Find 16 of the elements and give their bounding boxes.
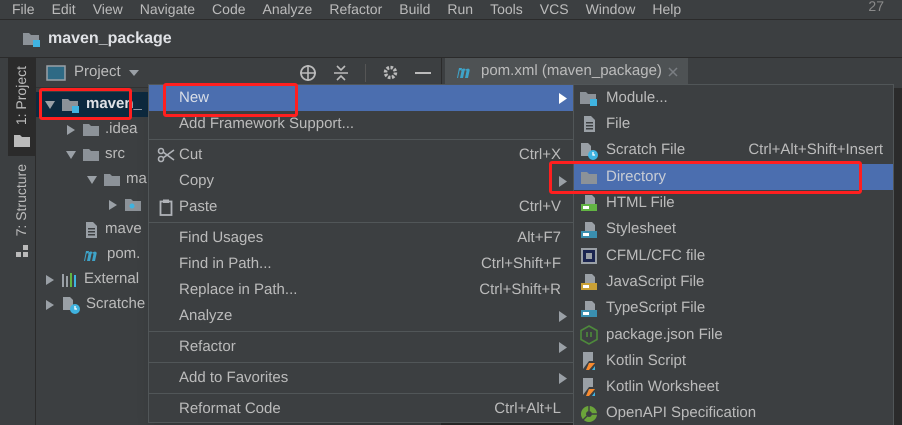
- tree-item-label: .idea: [105, 119, 138, 140]
- tree-item-label: External: [84, 269, 140, 290]
- shortcut-text: Alt+F7: [517, 228, 561, 248]
- shortcut-text: Ctrl+V: [518, 196, 561, 217]
- shortcut-text: Ctrl+Alt+Shift+Insert: [748, 140, 883, 160]
- shortcut-text: Ctrl+Shift+R: [479, 280, 561, 300]
- line-number: 27: [868, 0, 884, 13]
- project-title: maven_package: [48, 28, 172, 48]
- tree-item-label: src: [105, 144, 125, 164]
- shortcut-text: Ctrl+Alt+L: [494, 398, 561, 419]
- tree-item-label: mave: [105, 219, 142, 240]
- shortcut-text: Ctrl+X: [518, 144, 561, 165]
- shortcut-text: Ctrl+Shift+F: [480, 254, 561, 274]
- tree-item-label: pom.: [107, 244, 140, 264]
- tree-item-label: Scratche: [86, 294, 146, 314]
- tree-item-label: ma: [126, 169, 147, 190]
